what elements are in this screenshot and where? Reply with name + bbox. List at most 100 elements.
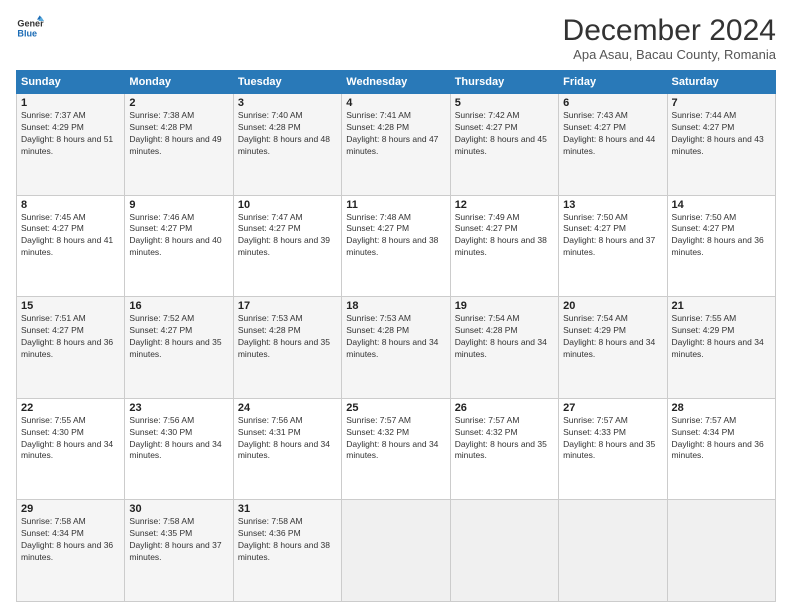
day-number: 4 <box>346 97 445 109</box>
day-info: Sunrise: 7:43 AM Sunset: 4:27 PM Dayligh… <box>563 110 662 158</box>
day-info: Sunrise: 7:55 AM Sunset: 4:30 PM Dayligh… <box>21 415 120 463</box>
day-info: Sunrise: 7:37 AM Sunset: 4:29 PM Dayligh… <box>21 110 120 158</box>
daylight-label: Daylight: 8 hours and 35 minutes. <box>129 337 221 359</box>
day-number: 31 <box>238 503 337 515</box>
calendar-cell <box>342 500 450 602</box>
calendar-cell <box>559 500 667 602</box>
daylight-label: Daylight: 8 hours and 37 minutes. <box>129 540 221 562</box>
sunrise-label: Sunrise: 7:40 AM <box>238 110 303 120</box>
sunrise-label: Sunrise: 7:48 AM <box>346 212 411 222</box>
sunrise-label: Sunrise: 7:38 AM <box>129 110 194 120</box>
daylight-label: Daylight: 8 hours and 34 minutes. <box>346 439 438 461</box>
day-number: 28 <box>672 402 771 414</box>
day-info: Sunrise: 7:40 AM Sunset: 4:28 PM Dayligh… <box>238 110 337 158</box>
day-info: Sunrise: 7:44 AM Sunset: 4:27 PM Dayligh… <box>672 110 771 158</box>
sunset-label: Sunset: 4:29 PM <box>21 122 84 132</box>
day-info: Sunrise: 7:46 AM Sunset: 4:27 PM Dayligh… <box>129 212 228 260</box>
sunset-label: Sunset: 4:28 PM <box>346 325 409 335</box>
calendar-table: SundayMondayTuesdayWednesdayThursdayFrid… <box>16 70 776 602</box>
sunset-label: Sunset: 4:33 PM <box>563 427 626 437</box>
calendar-cell: 4 Sunrise: 7:41 AM Sunset: 4:28 PM Dayli… <box>342 94 450 196</box>
day-number: 11 <box>346 199 445 211</box>
sunrise-label: Sunrise: 7:42 AM <box>455 110 520 120</box>
day-number: 8 <box>21 199 120 211</box>
sunset-label: Sunset: 4:28 PM <box>238 325 301 335</box>
sunrise-label: Sunrise: 7:50 AM <box>672 212 737 222</box>
calendar-cell: 19 Sunrise: 7:54 AM Sunset: 4:28 PM Dayl… <box>450 297 558 399</box>
day-number: 19 <box>455 300 554 312</box>
sunset-label: Sunset: 4:28 PM <box>129 122 192 132</box>
day-number: 27 <box>563 402 662 414</box>
sunset-label: Sunset: 4:28 PM <box>238 122 301 132</box>
day-number: 30 <box>129 503 228 515</box>
day-info: Sunrise: 7:41 AM Sunset: 4:28 PM Dayligh… <box>346 110 445 158</box>
day-number: 20 <box>563 300 662 312</box>
day-info: Sunrise: 7:45 AM Sunset: 4:27 PM Dayligh… <box>21 212 120 260</box>
day-info: Sunrise: 7:57 AM Sunset: 4:32 PM Dayligh… <box>455 415 554 463</box>
day-number: 22 <box>21 402 120 414</box>
day-info: Sunrise: 7:47 AM Sunset: 4:27 PM Dayligh… <box>238 212 337 260</box>
header: General Blue December 2024 Apa Asau, Bac… <box>16 14 776 62</box>
daylight-label: Daylight: 8 hours and 43 minutes. <box>672 134 764 156</box>
sunset-label: Sunset: 4:29 PM <box>563 325 626 335</box>
daylight-label: Daylight: 8 hours and 36 minutes. <box>21 337 113 359</box>
sunset-label: Sunset: 4:27 PM <box>21 325 84 335</box>
daylight-label: Daylight: 8 hours and 39 minutes. <box>238 235 330 257</box>
day-info: Sunrise: 7:53 AM Sunset: 4:28 PM Dayligh… <box>346 313 445 361</box>
sunset-label: Sunset: 4:36 PM <box>238 528 301 538</box>
day-info: Sunrise: 7:42 AM Sunset: 4:27 PM Dayligh… <box>455 110 554 158</box>
sunrise-label: Sunrise: 7:43 AM <box>563 110 628 120</box>
sunrise-label: Sunrise: 7:58 AM <box>21 516 86 526</box>
title-section: December 2024 Apa Asau, Bacau County, Ro… <box>563 14 776 62</box>
sunrise-label: Sunrise: 7:53 AM <box>346 313 411 323</box>
day-number: 21 <box>672 300 771 312</box>
calendar-cell: 16 Sunrise: 7:52 AM Sunset: 4:27 PM Dayl… <box>125 297 233 399</box>
sunset-label: Sunset: 4:28 PM <box>346 122 409 132</box>
day-info: Sunrise: 7:56 AM Sunset: 4:31 PM Dayligh… <box>238 415 337 463</box>
day-number: 1 <box>21 97 120 109</box>
calendar-cell: 27 Sunrise: 7:57 AM Sunset: 4:33 PM Dayl… <box>559 398 667 500</box>
sunrise-label: Sunrise: 7:49 AM <box>455 212 520 222</box>
day-number: 2 <box>129 97 228 109</box>
day-number: 26 <box>455 402 554 414</box>
sunset-label: Sunset: 4:32 PM <box>455 427 518 437</box>
calendar-cell: 1 Sunrise: 7:37 AM Sunset: 4:29 PM Dayli… <box>17 94 125 196</box>
sunset-label: Sunset: 4:27 PM <box>455 122 518 132</box>
daylight-label: Daylight: 8 hours and 34 minutes. <box>563 337 655 359</box>
calendar-cell: 5 Sunrise: 7:42 AM Sunset: 4:27 PM Dayli… <box>450 94 558 196</box>
sunset-label: Sunset: 4:35 PM <box>129 528 192 538</box>
sunrise-label: Sunrise: 7:45 AM <box>21 212 86 222</box>
sunrise-label: Sunrise: 7:44 AM <box>672 110 737 120</box>
daylight-label: Daylight: 8 hours and 37 minutes. <box>563 235 655 257</box>
day-number: 5 <box>455 97 554 109</box>
sunrise-label: Sunrise: 7:41 AM <box>346 110 411 120</box>
day-info: Sunrise: 7:57 AM Sunset: 4:34 PM Dayligh… <box>672 415 771 463</box>
sunrise-label: Sunrise: 7:47 AM <box>238 212 303 222</box>
daylight-label: Daylight: 8 hours and 40 minutes. <box>129 235 221 257</box>
weekday-header: Wednesday <box>342 71 450 94</box>
sunset-label: Sunset: 4:27 PM <box>238 223 301 233</box>
sunset-label: Sunset: 4:32 PM <box>346 427 409 437</box>
sunrise-label: Sunrise: 7:55 AM <box>21 415 86 425</box>
day-info: Sunrise: 7:58 AM Sunset: 4:35 PM Dayligh… <box>129 516 228 564</box>
sunset-label: Sunset: 4:27 PM <box>563 223 626 233</box>
day-number: 12 <box>455 199 554 211</box>
sunrise-label: Sunrise: 7:46 AM <box>129 212 194 222</box>
calendar-cell: 29 Sunrise: 7:58 AM Sunset: 4:34 PM Dayl… <box>17 500 125 602</box>
daylight-label: Daylight: 8 hours and 44 minutes. <box>563 134 655 156</box>
sunrise-label: Sunrise: 7:57 AM <box>346 415 411 425</box>
svg-text:Blue: Blue <box>17 28 37 38</box>
day-number: 3 <box>238 97 337 109</box>
day-info: Sunrise: 7:48 AM Sunset: 4:27 PM Dayligh… <box>346 212 445 260</box>
calendar-cell: 7 Sunrise: 7:44 AM Sunset: 4:27 PM Dayli… <box>667 94 775 196</box>
sunrise-label: Sunrise: 7:58 AM <box>129 516 194 526</box>
sunset-label: Sunset: 4:30 PM <box>129 427 192 437</box>
page: General Blue December 2024 Apa Asau, Bac… <box>0 0 792 612</box>
calendar-cell: 13 Sunrise: 7:50 AM Sunset: 4:27 PM Dayl… <box>559 195 667 297</box>
day-info: Sunrise: 7:58 AM Sunset: 4:36 PM Dayligh… <box>238 516 337 564</box>
sunrise-label: Sunrise: 7:53 AM <box>238 313 303 323</box>
sunset-label: Sunset: 4:30 PM <box>21 427 84 437</box>
calendar-cell: 21 Sunrise: 7:55 AM Sunset: 4:29 PM Dayl… <box>667 297 775 399</box>
sunset-label: Sunset: 4:27 PM <box>346 223 409 233</box>
day-info: Sunrise: 7:49 AM Sunset: 4:27 PM Dayligh… <box>455 212 554 260</box>
